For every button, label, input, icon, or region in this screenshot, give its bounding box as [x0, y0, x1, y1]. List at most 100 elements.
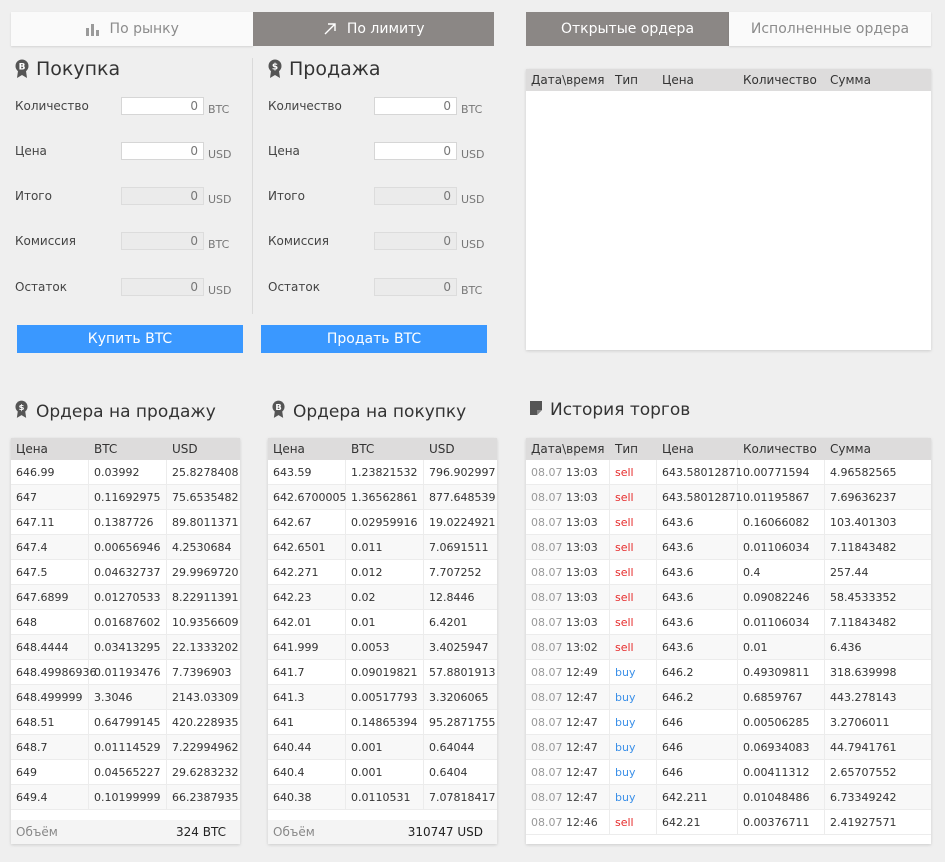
table-cell: 641: [268, 710, 346, 734]
trade-datetime: 08.07 12:47: [526, 785, 610, 809]
trade-history-heading: История торгов: [550, 400, 691, 420]
trade-time: 13:03: [566, 465, 598, 479]
volume-label: Объём: [16, 825, 58, 839]
table-row[interactable]: 08.07 13:03 sell 643.6 0.16066082 103.401303: [526, 510, 931, 535]
table-row[interactable]: 642.271 0.012 7.707252: [268, 560, 497, 585]
column-header: Сумма: [830, 442, 871, 456]
table-row[interactable]: 640.4 0.001 0.6404: [268, 760, 497, 785]
table-row[interactable]: 08.07 12:47 buy 646.2 0.6859767 443.278143: [526, 685, 931, 710]
trade-time: 12:47: [566, 790, 598, 804]
orders-tabs: Открытые ордера Исполненные ордера: [526, 12, 931, 46]
buy-field-input[interactable]: [121, 97, 204, 115]
table-row[interactable]: 08.07 13:03 sell 643.6 0.01106034 7.11843482: [526, 610, 931, 635]
table-row[interactable]: 640.44 0.001 0.64044: [268, 735, 497, 760]
bar-chart-icon: [85, 22, 101, 36]
buy-form-heading: Покупка: [36, 58, 121, 80]
trade-datetime: 08.07 12:47: [526, 760, 610, 784]
table-row[interactable]: 642.6501 0.011 7.0691511: [268, 535, 497, 560]
table-row[interactable]: 642.67 0.02959916 19.0224921: [268, 510, 497, 535]
trade-datetime: 08.07 12:49: [526, 660, 610, 684]
table-row[interactable]: 648.51 0.64799145 420.228935: [11, 710, 240, 735]
table-cell: 0.02959916: [346, 510, 424, 534]
volume-label: Объём: [273, 825, 315, 839]
table-cell: 89.8011371: [172, 515, 239, 529]
table-row[interactable]: 647.4 0.00656946 4.2530684: [11, 535, 240, 560]
tab-market[interactable]: По рынку: [11, 12, 253, 46]
table-cell: 10.9356609: [172, 615, 239, 629]
table-row[interactable]: 08.07 13:03 sell 643.6 0.09082246 58.4533352: [526, 585, 931, 610]
table-row[interactable]: 642.23 0.02 12.8446: [268, 585, 497, 610]
svg-text:B: B: [275, 402, 281, 412]
table-cell: 2143.03309: [172, 690, 239, 704]
table-row[interactable]: 642.01 0.01 6.4201: [268, 610, 497, 635]
table-row[interactable]: 646.99 0.03992 25.8278408: [11, 460, 240, 485]
table-row[interactable]: 648.7 0.01114529 7.22994962: [11, 735, 240, 760]
tab-filled-orders[interactable]: Исполненные ордера: [729, 12, 931, 46]
table-row[interactable]: 648.4444 0.03413295 22.1333202: [11, 635, 240, 660]
table-row[interactable]: 647 0.11692975 75.6535482: [11, 485, 240, 510]
table-row[interactable]: 08.07 12:47 buy 646 0.00411312 2.65707552: [526, 760, 931, 785]
table-row[interactable]: 08.07 13:03 sell 643.6 0.4 257.44: [526, 560, 931, 585]
buy-field-unit: BTC: [208, 103, 230, 116]
table-cell: 4.96582565: [830, 465, 897, 479]
table-row[interactable]: 640.38 0.0110531 7.07818417: [268, 785, 497, 810]
table-cell: 0.6404: [429, 765, 468, 779]
table-row[interactable]: 641.7 0.09019821 57.8801913: [268, 660, 497, 685]
sell-row-1: Цена USD: [268, 142, 508, 162]
sell-row-2: Итого USD: [268, 187, 508, 207]
table-row[interactable]: 08.07 13:02 sell 643.6 0.01 6.436: [526, 635, 931, 660]
sell-field-input[interactable]: [374, 97, 457, 115]
form-divider: [252, 58, 253, 314]
trade-history-table: Дата\время Тип Цена Количество Сумма 08.07 1…: [526, 438, 931, 844]
table-row[interactable]: 08.07 12:47 buy 642.211 0.01048486 6.7334924…: [526, 785, 931, 810]
table-row[interactable]: 649.4 0.10199999 66.2387935: [11, 785, 240, 810]
buy-field-input[interactable]: [121, 142, 204, 160]
table-row[interactable]: 08.07 13:03 sell 643.58012871 0.00771594 4.9…: [526, 460, 931, 485]
table-cell: 649.4: [11, 785, 89, 809]
table-row[interactable]: 647.11 0.1387726 89.8011371: [11, 510, 240, 535]
buy-field-input: [121, 232, 204, 250]
table-cell: 44.7941761: [830, 740, 897, 754]
table-row[interactable]: 643.59 1.23821532 796.902997: [268, 460, 497, 485]
table-cell: 0.64044: [429, 740, 475, 754]
table-row[interactable]: 648 0.01687602 10.9356609: [11, 610, 240, 635]
tab-open-orders[interactable]: Открытые ордера: [526, 12, 729, 46]
table-row[interactable]: 641.999 0.0053 3.4025947: [268, 635, 497, 660]
table-cell: 0.6859767: [738, 685, 825, 709]
table-cell: 648.49986936: [11, 660, 96, 684]
table-row[interactable]: 08.07 12:47 buy 646 0.00506285 3.2706011: [526, 710, 931, 735]
trade-datetime: 08.07 13:03: [526, 460, 610, 484]
trade-history-body: 08.07 13:03 sell 643.58012871 0.00771594 4.9…: [526, 460, 931, 835]
trade-time: 12:47: [566, 740, 598, 754]
table-row[interactable]: 641.3 0.00517793 3.3206065: [268, 685, 497, 710]
table-row[interactable]: 08.07 13:03 sell 643.6 0.01106034 7.11843482: [526, 535, 931, 560]
buy-btc-button[interactable]: Купить BTC: [17, 325, 243, 353]
table-row[interactable]: 641 0.14865394 95.2871755: [268, 710, 497, 735]
table-row[interactable]: 648.499999 3.3046 2143.03309: [11, 685, 240, 710]
buy-form-title: B Покупка: [15, 52, 255, 86]
sell-btc-button[interactable]: Продать BTC: [261, 325, 487, 353]
table-cell: 2.65707552: [830, 765, 897, 779]
sell-field-input[interactable]: [374, 142, 457, 160]
table-cell: 643.6: [657, 560, 738, 584]
table-row[interactable]: 08.07 12:47 buy 646 0.06934083 44.7941761: [526, 735, 931, 760]
table-row[interactable]: 08.07 13:03 sell 643.58012871 0.01195867 7.6…: [526, 485, 931, 510]
table-row[interactable]: 08.07 12:46 sell 642.21 0.00376711 2.4192757…: [526, 810, 931, 835]
table-cell: 642.6501: [268, 535, 346, 559]
table-row[interactable]: 08.07 12:49 buy 646.2 0.49309811 318.639998: [526, 660, 931, 685]
table-row[interactable]: 647.6899 0.01270533 8.22911391: [11, 585, 240, 610]
trade-type: sell: [610, 635, 657, 659]
table-row[interactable]: 648.49986936 0.01193476 7.7396903: [11, 660, 240, 685]
buy-field-label: Цена: [15, 144, 47, 158]
table-row[interactable]: 649 0.04565227 29.6283232: [11, 760, 240, 785]
table-cell: 0.00506285: [738, 710, 825, 734]
table-cell: 648.4444: [11, 635, 89, 659]
sell-field-input: [374, 278, 457, 296]
table-cell: 647: [11, 485, 89, 509]
tab-limit[interactable]: По лимиту: [252, 12, 494, 46]
table-cell: 641.3: [268, 685, 346, 709]
table-row[interactable]: 642.6700005 1.36562861 877.648539: [268, 485, 497, 510]
table-row[interactable]: 647.5 0.04632737 29.9969720: [11, 560, 240, 585]
table-cell: 642.6700005: [268, 485, 346, 509]
table-cell: 646.2: [657, 685, 738, 709]
